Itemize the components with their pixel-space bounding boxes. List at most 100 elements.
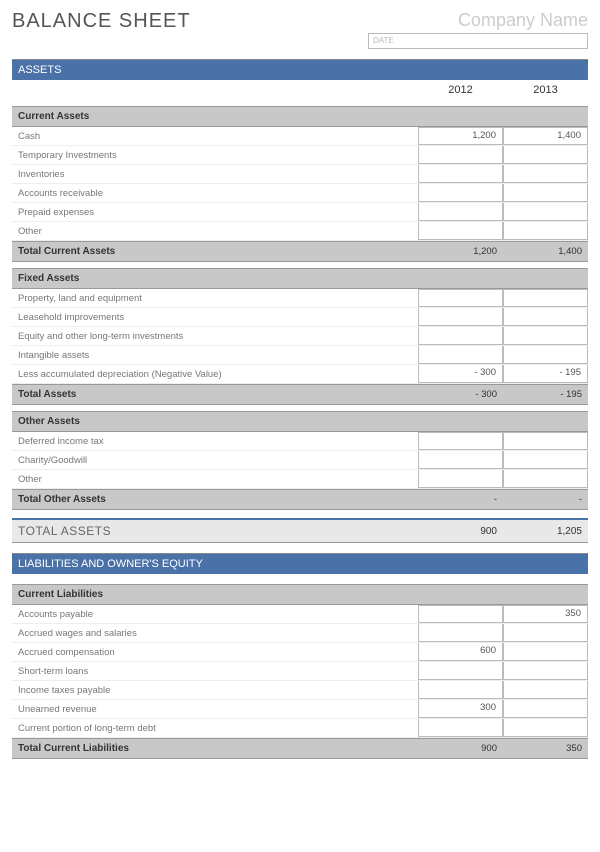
total-other-assets: Total Other Assets - - (12, 489, 588, 510)
date-input[interactable]: DATE (368, 33, 588, 49)
value-cell-y1[interactable] (418, 624, 503, 642)
current-assets-rows: Cash 1,200 1,400 Temporary Investments I… (12, 127, 588, 241)
line-item: Current portion of long-term debt (12, 719, 588, 738)
total-assets: TOTAL ASSETS 900 1,205 (12, 518, 588, 543)
value-cell-y2[interactable] (503, 308, 588, 326)
value-cell-y2[interactable] (503, 346, 588, 364)
value-cell-y2[interactable] (503, 184, 588, 202)
value-cell-y2[interactable] (503, 643, 588, 661)
line-item: Equity and other long-term investments (12, 327, 588, 346)
line-item: Accounts receivable (12, 184, 588, 203)
value-cell-y2[interactable] (503, 165, 588, 183)
value-cell-y2[interactable]: 350 (503, 605, 588, 623)
value-cell-y1[interactable] (418, 451, 503, 469)
line-item: Income taxes payable (12, 681, 588, 700)
value-cell-y1[interactable]: - 300 (418, 365, 503, 383)
line-label: Cash (12, 128, 418, 145)
other-assets-header: Other Assets (12, 411, 588, 432)
value-cell-y1[interactable] (418, 165, 503, 183)
line-label: Current portion of long-term debt (12, 720, 418, 737)
value-cell-y1[interactable] (418, 308, 503, 326)
line-label: Charity/Goodwill (12, 452, 418, 469)
line-item: Prepaid expenses (12, 203, 588, 222)
value-cell-y1[interactable]: 1,200 (418, 127, 503, 145)
value-cell-y1[interactable] (418, 203, 503, 221)
line-label: Accounts payable (12, 606, 418, 623)
line-item: Cash 1,200 1,400 (12, 127, 588, 146)
value-cell-y2[interactable]: - 195 (503, 365, 588, 383)
line-label: Equity and other long-term investments (12, 328, 418, 345)
line-item: Accounts payable 350 (12, 605, 588, 624)
line-label: Other (12, 471, 418, 488)
total-current-liabilities: Total Current Liabilities 900 350 (12, 738, 588, 759)
line-item: Temporary Investments (12, 146, 588, 165)
value-cell-y2[interactable] (503, 700, 588, 718)
value-cell-y1[interactable] (418, 605, 503, 623)
value-cell-y2[interactable] (503, 327, 588, 345)
value-cell-y1[interactable] (418, 327, 503, 345)
current-liabilities-header: Current Liabilities (12, 584, 588, 605)
line-label: Accounts receivable (12, 185, 418, 202)
value-cell-y2[interactable]: 1,400 (503, 127, 588, 145)
value-cell-y2[interactable] (503, 470, 588, 488)
value-cell-y1[interactable] (418, 146, 503, 164)
line-item: Deferred income tax (12, 432, 588, 451)
line-label: Property, land and equipment (12, 290, 418, 307)
company-name: Company Name (368, 10, 588, 31)
line-label: Prepaid expenses (12, 204, 418, 221)
value-cell-y2[interactable] (503, 662, 588, 680)
value-cell-y1[interactable]: 600 (418, 643, 503, 661)
line-item: Property, land and equipment (12, 289, 588, 308)
year-1: 2012 (418, 84, 503, 96)
line-label: Temporary Investments (12, 147, 418, 164)
line-label: Accrued compensation (12, 644, 418, 661)
line-item: Less accumulated depreciation (Negative … (12, 365, 588, 384)
line-item: Accrued wages and salaries (12, 624, 588, 643)
section-liabilities-title: LIABILITIES AND OWNER'S EQUITY (12, 553, 588, 574)
value-cell-y2[interactable] (503, 222, 588, 240)
line-label: Inventories (12, 166, 418, 183)
year-2: 2013 (503, 84, 588, 96)
value-cell-y1[interactable] (418, 184, 503, 202)
value-cell-y2[interactable] (503, 681, 588, 699)
header: BALANCE SHEET Company Name DATE (12, 10, 588, 49)
value-cell-y1[interactable] (418, 222, 503, 240)
line-item: Leasehold improvements (12, 308, 588, 327)
value-cell-y2[interactable] (503, 146, 588, 164)
value-cell-y1[interactable] (418, 289, 503, 307)
total-current-assets: Total Current Assets 1,200 1,400 (12, 241, 588, 262)
fixed-assets-rows: Property, land and equipment Leasehold i… (12, 289, 588, 384)
line-label: Less accumulated depreciation (Negative … (12, 366, 418, 383)
line-item: Unearned revenue 300 (12, 700, 588, 719)
line-label: Unearned revenue (12, 701, 418, 718)
value-cell-y2[interactable] (503, 432, 588, 450)
value-cell-y2[interactable] (503, 624, 588, 642)
fixed-assets-header: Fixed Assets (12, 268, 588, 289)
line-item: Accrued compensation 600 (12, 643, 588, 662)
value-cell-y2[interactable] (503, 451, 588, 469)
year-headers: 2012 2013 (12, 80, 588, 100)
value-cell-y1[interactable]: 300 (418, 700, 503, 718)
total-fixed-assets: Total Assets - 300 - 195 (12, 384, 588, 405)
line-label: Deferred income tax (12, 433, 418, 450)
line-label: Short-term loans (12, 663, 418, 680)
value-cell-y1[interactable] (418, 346, 503, 364)
value-cell-y1[interactable] (418, 662, 503, 680)
other-assets-rows: Deferred income tax Charity/Goodwill Oth… (12, 432, 588, 489)
line-item: Charity/Goodwill (12, 451, 588, 470)
line-label: Other (12, 223, 418, 240)
value-cell-y1[interactable] (418, 719, 503, 737)
value-cell-y1[interactable] (418, 432, 503, 450)
line-label: Income taxes payable (12, 682, 418, 699)
value-cell-y2[interactable] (503, 203, 588, 221)
line-label: Accrued wages and salaries (12, 625, 418, 642)
value-cell-y2[interactable] (503, 289, 588, 307)
value-cell-y1[interactable] (418, 470, 503, 488)
line-item: Short-term loans (12, 662, 588, 681)
line-item: Other (12, 470, 588, 489)
value-cell-y1[interactable] (418, 681, 503, 699)
line-label: Leasehold improvements (12, 309, 418, 326)
value-cell-y2[interactable] (503, 719, 588, 737)
line-item: Intangible assets (12, 346, 588, 365)
current-assets-header: Current Assets (12, 106, 588, 127)
